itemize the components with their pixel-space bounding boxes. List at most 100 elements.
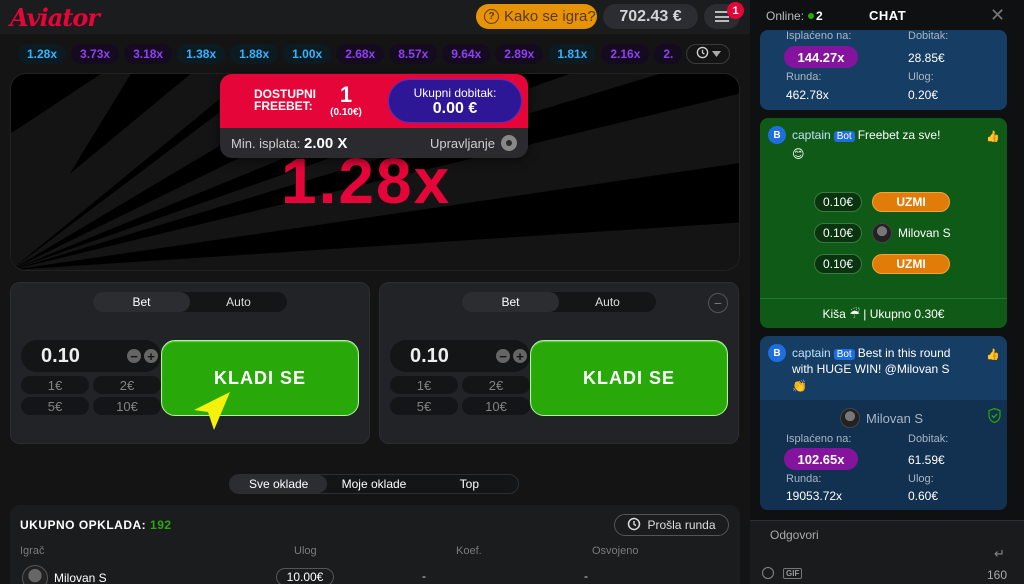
multiplier-chip[interactable]: 2. xyxy=(654,44,683,64)
freebet-offer-row: 0.10€ Milovan S xyxy=(814,223,951,243)
tab-auto[interactable]: Auto xyxy=(190,292,287,312)
take-freebet-button[interactable]: UZMI xyxy=(872,192,950,212)
top-bar: Aviator ? Kako se igra? 702.43 € 1 xyxy=(0,0,750,34)
question-icon: ? xyxy=(484,9,499,24)
smile-emoji-icon: 😊 xyxy=(792,147,805,161)
quick-amount-button[interactable]: 5€ xyxy=(390,397,458,415)
quick-amount-button[interactable]: 10€ xyxy=(93,397,161,415)
online-number: 2 xyxy=(816,9,823,23)
emoji-picker-icon[interactable] xyxy=(762,567,774,579)
payout-label: Isplaćeno na: xyxy=(786,433,852,445)
chat-win-card: Isplaćeno na: 144.27x Dobitak: 28.85€ Ru… xyxy=(760,30,1007,110)
bet-panel-2: Bet Auto − 0.10 − + 1€ 2€ 5€ 10€ KLADI S… xyxy=(379,282,739,444)
quick-amount-button[interactable]: 1€ xyxy=(390,376,458,394)
round-label: Runda: xyxy=(786,473,822,485)
freebet-offer-row: 0.10€ UZMI xyxy=(814,192,950,212)
bot-tag: Bot xyxy=(833,131,855,142)
aviator-logo: Aviator xyxy=(10,3,100,32)
payout-multiplier-badge: 144.27x xyxy=(784,46,858,68)
tab-bet[interactable]: Bet xyxy=(462,292,559,312)
freebet-total-win: Ukupni dobitak: 0.00 € xyxy=(388,79,522,123)
tab-top[interactable]: Top xyxy=(421,475,518,493)
quick-amount-button[interactable]: 5€ xyxy=(21,397,89,415)
thumbs-up-icon[interactable]: 👍 xyxy=(986,348,1000,361)
message-text: Best in this round xyxy=(857,346,951,360)
notification-badge: 1 xyxy=(727,2,744,19)
column-header-won: Osvojeno xyxy=(592,545,639,557)
bot-avatar-icon: B xyxy=(768,126,786,144)
quick-amount-button[interactable]: 2€ xyxy=(462,376,530,394)
online-dot-icon xyxy=(808,13,815,19)
thumbs-up-icon[interactable]: 👍 xyxy=(986,130,1000,143)
previous-round-label: Prošla runda xyxy=(647,518,716,532)
chat-reply-box[interactable]: Odgovori ↵ GIF 160 xyxy=(750,520,1024,584)
multiplier-chip[interactable]: 1.00x xyxy=(283,44,332,64)
quick-amounts: 1€ 2€ 5€ 10€ xyxy=(390,376,530,415)
multiplier-chip[interactable]: 1.88x xyxy=(230,44,279,64)
multiplier-chip[interactable]: 1.81x xyxy=(548,44,597,64)
multiplier-chip[interactable]: 2.16x xyxy=(601,44,650,64)
multiplier-chip[interactable]: 3.18x xyxy=(124,44,173,64)
history-dropdown-button[interactable] xyxy=(686,44,730,64)
how-to-play-button[interactable]: ? Kako se igra? xyxy=(476,4,597,29)
multiplier-chip[interactable]: 2.68x xyxy=(336,44,385,64)
close-icon[interactable]: ✕ xyxy=(990,5,1005,26)
aviator-app: Aviator ? Kako se igra? 702.43 € 1 1.28x… xyxy=(0,0,1024,584)
chat-title: CHAT xyxy=(869,8,907,23)
bet-amount-value[interactable]: 0.10 xyxy=(41,345,127,368)
freebet-rain-summary: Kiša ☔ | Ukupno 0.30€ xyxy=(760,298,1007,328)
quick-amount-button[interactable]: 2€ xyxy=(93,376,161,394)
char-counter: 160 xyxy=(987,568,1008,582)
multiplier-chip[interactable]: 8.57x xyxy=(389,44,438,64)
multiplier-chip[interactable]: 3.73x xyxy=(71,44,120,64)
previous-round-button[interactable]: Prošla runda xyxy=(614,514,729,536)
reply-placeholder[interactable]: Odgovori xyxy=(770,528,819,542)
place-bet-button[interactable]: KLADI SE xyxy=(530,340,728,416)
quick-amounts: 1€ 2€ 5€ 10€ xyxy=(21,376,161,415)
bot-tag: Bot xyxy=(833,349,855,360)
quick-amount-button[interactable]: 1€ xyxy=(21,376,89,394)
round-label: Runda: xyxy=(786,71,822,83)
plus-icon[interactable]: + xyxy=(144,349,158,363)
row-coef: - xyxy=(422,569,426,583)
multiplier-chip[interactable]: 1.28x xyxy=(18,44,67,64)
win-label: Dobitak: xyxy=(908,30,949,42)
minus-circle-icon: − xyxy=(713,295,723,311)
bet-amount-input[interactable]: 0.10 − + xyxy=(21,340,161,372)
freebet-label-line2: FREEBET: xyxy=(254,99,313,113)
shield-check-icon xyxy=(988,407,1001,426)
table-row: Milovan S xyxy=(22,565,107,584)
multiplier-chip[interactable]: 2.89x xyxy=(495,44,544,64)
enter-icon[interactable]: ↵ xyxy=(994,546,1005,562)
minus-icon[interactable]: − xyxy=(127,349,141,363)
column-header-stake: Ulog xyxy=(294,545,317,557)
win-value: 28.85€ xyxy=(908,51,945,65)
bot-name: captain Bot Freebet za sve! xyxy=(792,128,940,142)
round-value: 462.78x xyxy=(786,88,829,102)
balance-display: 702.43 € xyxy=(603,4,698,29)
tab-my-bets[interactable]: Moje oklade xyxy=(327,475,420,493)
multiplier-chip[interactable]: 1.38x xyxy=(177,44,226,64)
chevron-down-icon xyxy=(711,48,721,60)
take-freebet-button[interactable]: UZMI xyxy=(872,254,950,274)
winner-name: Milovan S xyxy=(866,410,924,426)
tab-all-bets[interactable]: Sve oklade xyxy=(230,475,328,493)
manage-freebets-button[interactable]: Upravljanje xyxy=(430,135,517,151)
minus-icon[interactable]: − xyxy=(496,349,510,363)
bet-mode-toggle: Bet Auto xyxy=(93,292,287,312)
quick-amount-button[interactable]: 10€ xyxy=(462,397,530,415)
column-header-player: Igrač xyxy=(20,545,45,557)
bet-amount-input[interactable]: 0.10 − + xyxy=(390,340,530,372)
pointer-arrow-icon xyxy=(194,392,230,430)
freebet-header: DOSTUPNI FREEBET: 1 (0.10€) Ukupni dobit… xyxy=(220,74,528,128)
bet-amount-value[interactable]: 0.10 xyxy=(410,345,496,368)
total-bets-count: 192 xyxy=(150,518,172,532)
remove-panel-button[interactable]: − xyxy=(708,293,728,313)
freebet-offer-amount: 0.10€ xyxy=(814,254,862,274)
plus-icon[interactable]: + xyxy=(513,349,527,363)
tab-auto[interactable]: Auto xyxy=(559,292,656,312)
tab-bet[interactable]: Bet xyxy=(93,292,190,312)
how-to-play-label: Kako se igra? xyxy=(504,8,596,25)
multiplier-chip[interactable]: 9.64x xyxy=(442,44,491,64)
gif-icon[interactable]: GIF xyxy=(783,568,803,579)
